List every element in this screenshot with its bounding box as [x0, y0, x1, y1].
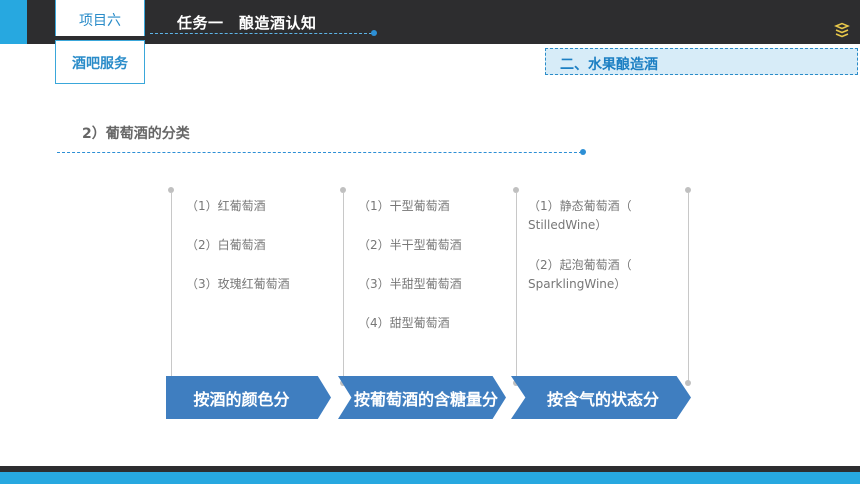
- list-item: （2）半干型葡萄酒: [358, 238, 462, 252]
- list-item: （3）玫瑰红葡萄酒: [186, 277, 290, 291]
- list-item: SparklingWine）: [528, 277, 627, 291]
- list-item: （4）甜型葡萄酒: [358, 316, 450, 330]
- category-arrow-gas[interactable]: 按含气的状态分: [511, 376, 691, 419]
- category-label: 按葡萄酒的含糖量分: [353, 389, 498, 409]
- task-title: 任务一 酿造酒认知: [177, 14, 317, 32]
- title-line-dot: [371, 30, 377, 36]
- stacked-books-icon: [834, 22, 850, 38]
- subtitle: 2）葡萄酒的分类: [82, 126, 190, 142]
- separator-line: [516, 193, 517, 381]
- list-item: （3）半甜型葡萄酒: [358, 277, 462, 291]
- footer-blue-band: [0, 472, 860, 484]
- course-label: 酒吧服务: [72, 56, 128, 72]
- category-arrow-color[interactable]: 按酒的颜色分: [166, 376, 331, 419]
- list-item: （2）起泡葡萄酒（: [528, 258, 632, 272]
- category-label: 按含气的状态分: [546, 389, 659, 409]
- separator-line: [343, 193, 344, 381]
- separator-dot-bottom: [685, 380, 691, 386]
- project-label: 项目六: [79, 13, 121, 29]
- list-item: （2）白葡萄酒: [186, 238, 266, 252]
- list-item: （1）静态葡萄酒（: [528, 199, 632, 213]
- category-arrow-sugar[interactable]: 按葡萄酒的含糖量分: [338, 376, 506, 419]
- list-item: StilledWine）: [528, 218, 608, 232]
- category-label: 按酒的颜色分: [193, 389, 290, 409]
- course-box[interactable]: 酒吧服务: [55, 40, 145, 84]
- list-item: （1）红葡萄酒: [186, 199, 266, 213]
- section-label: 二、水果酿造酒: [560, 57, 658, 73]
- subtitle-line-dot: [580, 149, 586, 155]
- subtitle-dashed-line: [57, 152, 582, 153]
- separator-line: [688, 193, 689, 381]
- list-item: （1）干型葡萄酒: [358, 199, 450, 213]
- project-tab[interactable]: 项目六: [55, 0, 145, 36]
- top-accent-strip: [0, 0, 27, 44]
- separator-line: [171, 193, 172, 381]
- title-dashed-line: [150, 33, 372, 34]
- section-label-box: 二、水果酿造酒: [545, 48, 858, 75]
